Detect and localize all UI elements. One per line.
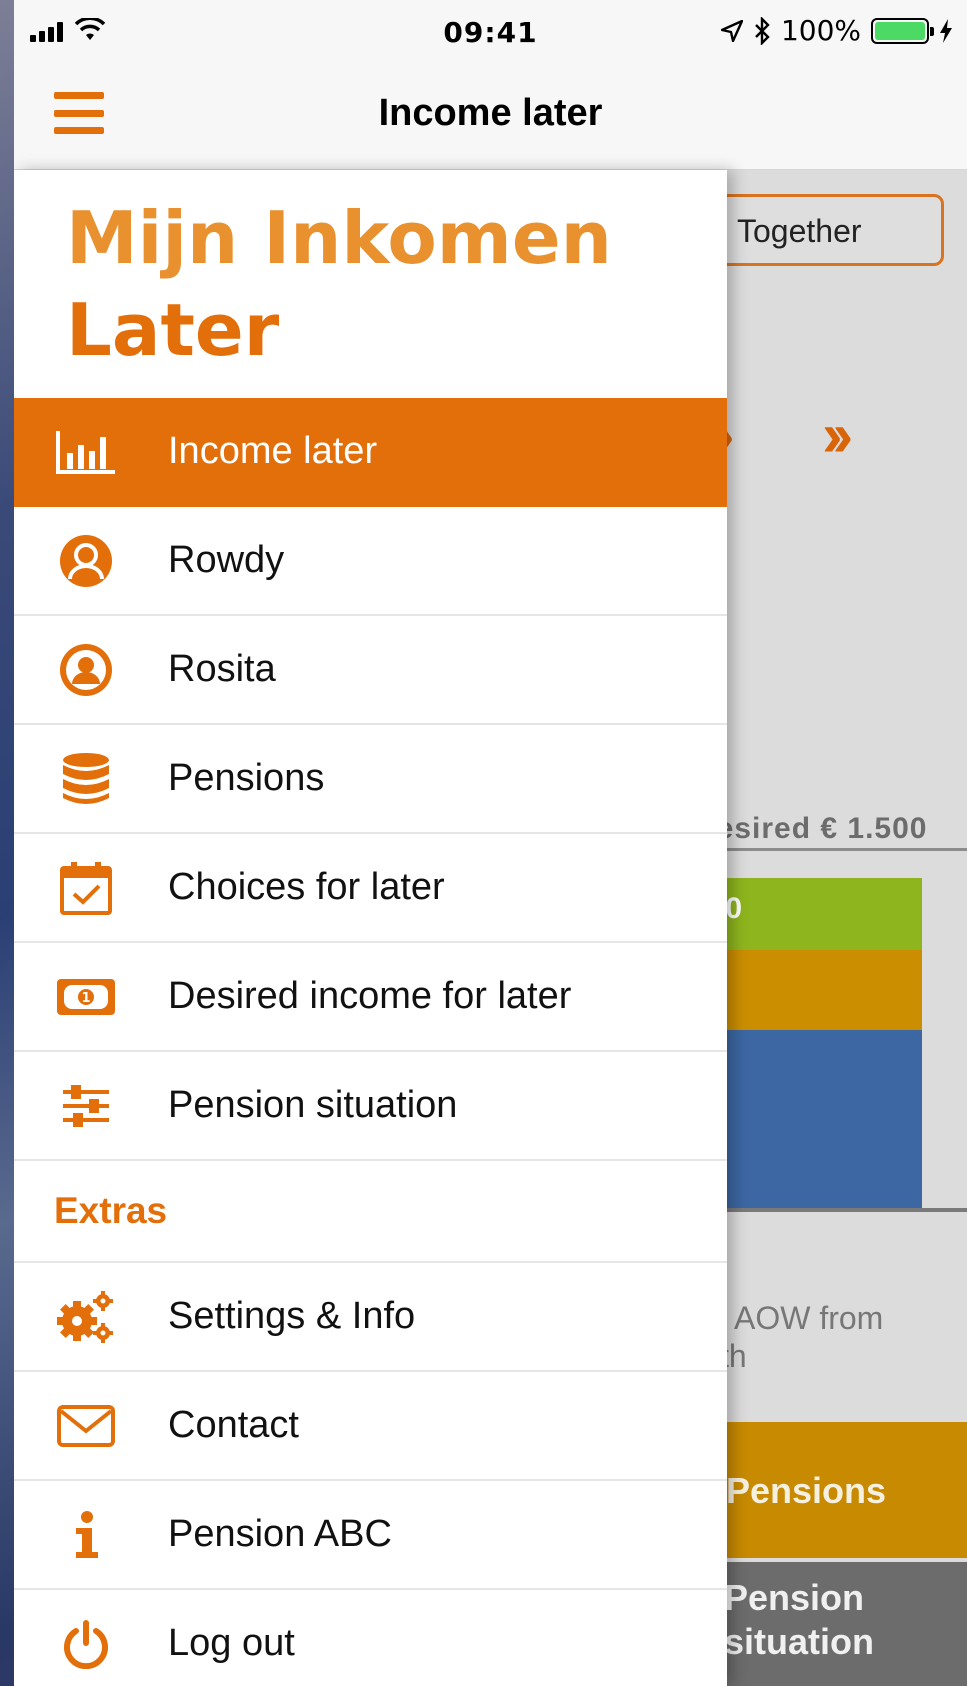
power-icon xyxy=(64,1619,108,1669)
navigation-bar: Income later xyxy=(14,64,967,170)
menu-item-choices-for-later[interactable]: Choices for later xyxy=(14,834,727,943)
phone-screen: 09:41 100% Income later Together › ›› De… xyxy=(14,0,967,1686)
banknote-icon: 1 xyxy=(57,978,115,1015)
info-icon xyxy=(76,1510,98,1558)
menu-label: Log out xyxy=(168,1622,295,1664)
menu-item-pension-abc[interactable]: Pension ABC xyxy=(14,1481,727,1590)
side-drawer: Mijn Inkomen Later Income later Rowdy Ro… xyxy=(14,170,727,1686)
battery-percent: 100% xyxy=(780,14,861,47)
svg-text:1: 1 xyxy=(81,991,90,1006)
bar-chart-icon xyxy=(56,430,115,474)
menu-item-desired-income[interactable]: 1 Desired income for later xyxy=(14,943,727,1052)
page-title: Income later xyxy=(378,92,603,134)
gears-icon xyxy=(57,1290,113,1343)
location-arrow-icon xyxy=(720,19,743,42)
menu-item-pension-situation[interactable]: Pension situation xyxy=(14,1052,727,1161)
calendar-check-icon xyxy=(60,861,112,915)
sliders-icon xyxy=(63,1084,109,1127)
double-chevron-right-icon[interactable]: ›› xyxy=(822,400,853,471)
battery-icon xyxy=(871,17,934,44)
menu-label: Pensions xyxy=(168,757,325,799)
brand-logo-text: Mijn Inkomen Later xyxy=(66,192,686,376)
menu-item-rosita[interactable]: Rosita xyxy=(14,616,727,725)
menu-label: Rosita xyxy=(168,648,276,690)
menu-item-contact[interactable]: Contact xyxy=(14,1372,727,1481)
menu-label: Pension situation xyxy=(168,1084,458,1126)
status-right: 100% xyxy=(720,14,953,47)
menu-item-income-later[interactable]: Income later xyxy=(14,398,727,507)
menu-label: Contact xyxy=(168,1404,299,1446)
extras-heading: Extras xyxy=(14,1161,727,1263)
coins-stack-icon xyxy=(63,752,109,804)
menu-item-settings-info[interactable]: Settings & Info xyxy=(14,1263,727,1372)
menu-label: Rowdy xyxy=(168,539,285,581)
menu-item-rowdy[interactable]: Rowdy xyxy=(14,507,727,616)
menu-label: Settings & Info xyxy=(168,1295,416,1337)
menu-item-pensions[interactable]: Pensions xyxy=(14,725,727,834)
envelope-icon xyxy=(57,1404,115,1447)
aow-text: AOW from xyxy=(734,1300,884,1336)
user-circle-icon xyxy=(60,643,112,696)
menu-label: Choices for later xyxy=(168,866,445,908)
charging-bolt-icon xyxy=(940,18,952,43)
user-icon xyxy=(60,534,112,587)
menu-label: Desired income for later xyxy=(168,975,572,1017)
menu-item-log-out[interactable]: Log out xyxy=(14,1590,727,1686)
menu-label: Income later xyxy=(168,430,378,472)
desired-income-label: Desired € 1.500 xyxy=(694,812,928,845)
status-bar: 09:41 100% xyxy=(14,0,967,64)
menu-label: Pension ABC xyxy=(168,1513,392,1555)
bluetooth-icon xyxy=(755,16,770,45)
drawer-menu: Income later Rowdy Rosita Pensions Choic… xyxy=(14,398,727,1686)
brand-line2: Later xyxy=(66,288,280,372)
brand-line1: Mijn Inkomen xyxy=(66,196,612,280)
